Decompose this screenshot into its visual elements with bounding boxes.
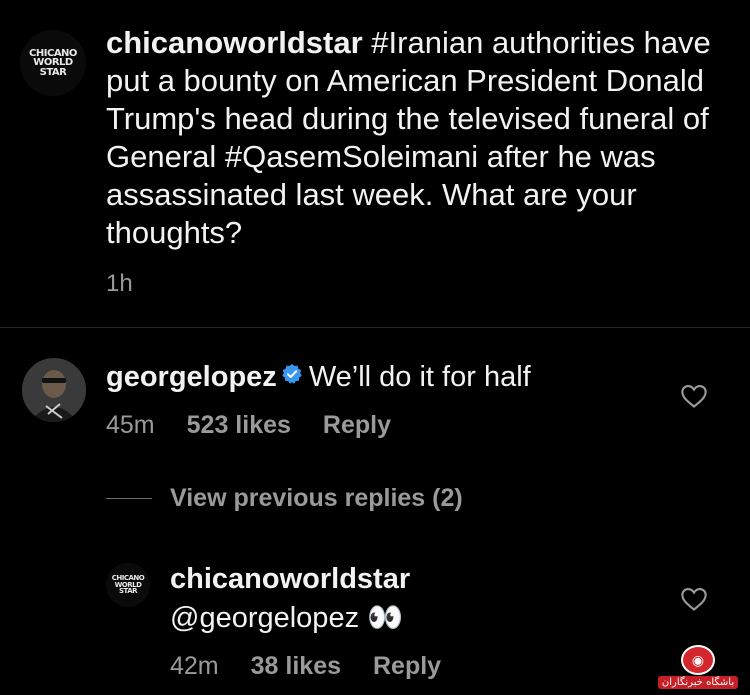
caption-divider [0,327,750,328]
view-previous-replies-label: View previous replies (2) [170,484,463,512]
reply-meta: 42m 38 likes Reply [170,652,473,681]
comment-reply-button[interactable]: Reply [323,411,391,439]
comment-text: We’ll do it for half [308,361,531,394]
post-author-username[interactable]: chicanoworldstar [106,25,363,60]
chicanoworldstar-logo: CHICANO WORLD STAR [29,47,77,78]
comment-line: georgelopez We’ll do it for half [106,360,531,397]
comment-likes[interactable]: 523 likes [187,411,291,439]
chicanoworldstar-logo: CHICANO WORLD STAR [111,574,145,596]
verified-badge-icon [281,360,303,393]
reply-text: @georgelopez 👀 [170,602,404,634]
reply-reply-button[interactable]: Reply [373,652,441,680]
replies-divider-line [106,498,152,499]
comment-heart-icon[interactable] [680,383,708,414]
view-previous-replies[interactable]: View previous replies (2) [106,484,463,513]
post-author-avatar[interactable]: CHICANO WORLD STAR [20,30,86,96]
watermark-icon: ◉ [681,645,715,675]
reply-username: chicanoworldstar [170,563,411,595]
reply-likes[interactable]: 38 likes [251,652,341,680]
watermark-text: باشگاه خبرنگاران [657,676,739,689]
post-caption: chicanoworldstar #Iranian authorities ha… [106,24,726,252]
reply-time: 42m [170,652,219,680]
comment-meta: 45m 523 likes Reply [106,411,423,440]
comment-username[interactable]: georgelopez [106,361,277,393]
commenter-avatar-photo [22,358,86,422]
watermark-logo: ◉ باشگاه خبرنگاران [652,645,744,689]
post-time: 1h [106,270,133,297]
commenter-avatar[interactable] [22,358,86,422]
comment-time: 45m [106,411,155,439]
reply-author-avatar[interactable]: CHICANO WORLD STAR [106,563,150,607]
reply-heart-icon[interactable] [680,586,708,617]
